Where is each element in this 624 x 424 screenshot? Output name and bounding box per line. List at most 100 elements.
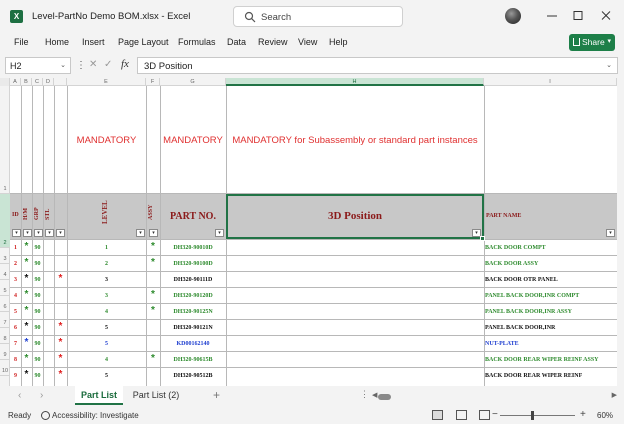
menu-view[interactable]: View (298, 37, 317, 47)
filter-dropdown-id[interactable]: ▾ (12, 229, 21, 237)
cell-d-star[interactable]: * (54, 354, 67, 364)
cell-grp[interactable]: 90 (32, 341, 43, 347)
cell-b-star[interactable]: * (21, 274, 32, 284)
zoom-in-icon[interactable]: + (580, 409, 586, 420)
cell-f-star[interactable]: * (146, 290, 160, 300)
cell-part-no[interactable]: DH320-90121N (160, 325, 226, 331)
row-header-2[interactable]: 2 (0, 194, 10, 248)
share-button[interactable]: Share ▾ (569, 34, 615, 51)
scroll-right-icon[interactable]: ▶ (612, 391, 617, 399)
expand-formula-icon[interactable]: ⌄ (606, 61, 612, 69)
menu-review[interactable]: Review (258, 37, 288, 47)
cell-part-name[interactable]: BACK DOOR REAR WIPER REINF (485, 373, 616, 379)
cell-part-no[interactable]: DH320-90512B (160, 373, 226, 379)
column-header-d[interactable]: D (43, 78, 54, 86)
row-header-9[interactable]: 9 (0, 344, 10, 360)
scroll-left-icon[interactable]: ◀ (372, 391, 377, 399)
column-header-h[interactable]: H (226, 78, 484, 86)
cell-part-no[interactable]: DH320-90615B (160, 357, 226, 363)
sheet-tab-part-list-2[interactable]: Part List (2) (128, 386, 184, 405)
scrollbar-thumb[interactable] (378, 394, 391, 400)
formula-input[interactable]: 3D Position ⌄ (137, 57, 618, 74)
cell-part-name[interactable]: PANEL BACK DOOR,INR ASSY (485, 309, 616, 315)
menu-file[interactable]: File (14, 37, 29, 47)
cell-b-star[interactable]: * (21, 338, 32, 348)
cell-grp[interactable]: 90 (32, 357, 43, 363)
cell-part-name[interactable]: BACK DOOR ASSY (485, 261, 616, 267)
fill-handle[interactable] (480, 236, 485, 241)
column-header-e[interactable]: E (67, 78, 146, 86)
maximize-button[interactable] (566, 6, 590, 26)
cell-part-name[interactable]: NUT-PLATE (485, 341, 616, 347)
zoom-level[interactable]: 60% (597, 411, 613, 420)
cell-part-no[interactable]: DH320-90111D (160, 277, 226, 283)
horizontal-scrollbar[interactable]: ◀ ▶ (372, 391, 617, 400)
cell-f-star[interactable]: * (146, 306, 160, 316)
cell-id[interactable]: 4 (10, 293, 21, 299)
cell-id[interactable]: 1 (10, 245, 21, 251)
search-box[interactable]: Search (233, 6, 403, 27)
cell-b-star[interactable]: * (21, 258, 32, 268)
cell-f-star[interactable]: * (146, 354, 160, 364)
avatar[interactable] (505, 8, 521, 24)
row-header-8[interactable]: 8 (0, 328, 10, 344)
page-break-view-icon[interactable] (479, 410, 490, 420)
add-sheet-button[interactable]: + (213, 388, 220, 402)
cell-b-star[interactable]: * (21, 354, 32, 364)
cell-b-star[interactable]: * (21, 370, 32, 380)
cell-part-name[interactable]: PANEL BACK DOOR,INR COMPT (485, 293, 616, 299)
sheet-tab-part-list[interactable]: Part List (75, 386, 123, 405)
cell-id[interactable]: 8 (10, 357, 21, 363)
menu-data[interactable]: Data (227, 37, 246, 47)
scroll-tabs-left-icon[interactable]: ‹ (18, 390, 21, 401)
cell-id[interactable]: 3 (10, 277, 21, 283)
row-header-5[interactable]: 5 (0, 280, 10, 296)
cancel-icon[interactable]: ✕ (89, 59, 97, 70)
cell-id[interactable]: 6 (10, 325, 21, 331)
cell-grp[interactable]: 90 (32, 245, 43, 251)
accessibility-status[interactable]: Accessibility: Investigate (52, 411, 139, 420)
cell-b-star[interactable]: * (21, 306, 32, 316)
enter-icon[interactable]: ✓ (104, 59, 112, 70)
spreadsheet-grid[interactable]: A B C D E F G H I 1 2 3 4 5 6 7 8 9 10 M… (0, 78, 617, 386)
cell-f-star[interactable]: * (146, 258, 160, 268)
row-header-7[interactable]: 7 (0, 312, 10, 328)
cell-grp[interactable]: 90 (32, 277, 43, 283)
cell-part-no[interactable]: DH320-90010D (160, 245, 226, 251)
cell-part-no[interactable]: KD00162140 (160, 341, 226, 347)
cell-part-name[interactable]: PANEL BACK DOOR,INR (485, 325, 616, 331)
row-header-4[interactable]: 4 (0, 264, 10, 280)
menu-home[interactable]: Home (45, 37, 69, 47)
cell-level[interactable]: 4 (67, 309, 146, 315)
row-header-10[interactable]: 10 (0, 360, 10, 376)
cell-d-star[interactable]: * (54, 338, 67, 348)
menu-page-layout[interactable]: Page Layout (118, 37, 169, 47)
cell-id[interactable]: 2 (10, 261, 21, 267)
cell-part-no[interactable]: DH320-90100D (160, 261, 226, 267)
menu-help[interactable]: Help (329, 37, 348, 47)
cell-level[interactable]: 5 (67, 373, 146, 379)
filter-dropdown-part-no[interactable]: ▾ (215, 229, 224, 237)
cell-level[interactable]: 5 (67, 325, 146, 331)
more-tabs-icon[interactable]: ⋮ (360, 389, 369, 400)
cell-part-no[interactable]: DH320-90120D (160, 293, 226, 299)
cell-id[interactable]: 5 (10, 309, 21, 315)
column-header-c[interactable]: C (32, 78, 43, 86)
cell-part-name[interactable]: BACK DOOR REAR WIPER REINF ASSY (485, 357, 616, 363)
cell-d-star[interactable]: * (54, 322, 67, 332)
scroll-tabs-right-icon[interactable]: › (40, 390, 43, 401)
filter-dropdown-part-name[interactable]: ▾ (606, 229, 615, 237)
more-options-icon[interactable]: ⋮ (76, 60, 86, 71)
cell-level[interactable]: 2 (67, 261, 146, 267)
cell-level[interactable]: 1 (67, 245, 146, 251)
cell-b-star[interactable]: * (21, 322, 32, 332)
filter-dropdown-assy[interactable]: ▾ (149, 229, 158, 237)
cell-grp[interactable]: 90 (32, 325, 43, 331)
menu-insert[interactable]: Insert (82, 37, 105, 47)
filter-dropdown-grp[interactable]: ▾ (34, 229, 43, 237)
cell-b-star[interactable]: * (21, 290, 32, 300)
column-header-b[interactable]: B (21, 78, 32, 86)
column-header-a[interactable]: A (10, 78, 21, 86)
normal-view-icon[interactable] (432, 410, 443, 420)
cell-level[interactable]: 3 (67, 293, 146, 299)
